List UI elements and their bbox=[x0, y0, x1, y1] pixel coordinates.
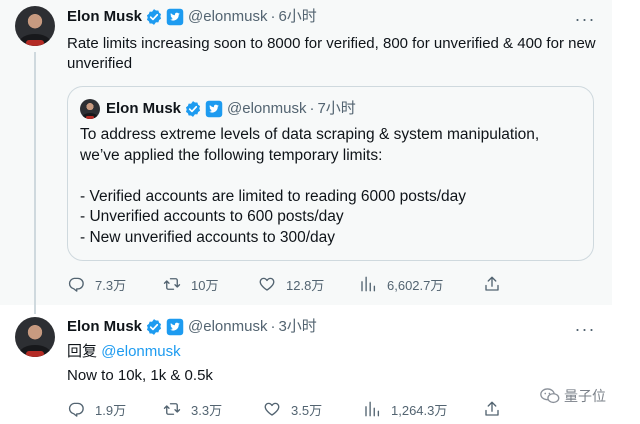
reply-count: 1.9万 bbox=[95, 402, 127, 418]
like-count: 12.8万 bbox=[286, 277, 325, 293]
separator-dot: · bbox=[270, 318, 276, 335]
share-icon bbox=[485, 401, 499, 416]
avatar-detail bbox=[26, 40, 44, 46]
right-gutter bbox=[612, 0, 640, 305]
reply-to-link[interactable]: @elonmusk bbox=[101, 343, 180, 360]
retweet-count: 3.3万 bbox=[191, 402, 223, 418]
reply-action[interactable]: 7.3万 bbox=[67, 275, 126, 294]
tweet-header: Elon Musk @elonmusk · 3小时 bbox=[67, 317, 317, 337]
tweet-time[interactable]: 6小时 bbox=[278, 7, 316, 27]
quote-author-name: Elon Musk bbox=[106, 100, 182, 117]
wechat-icon bbox=[540, 388, 560, 404]
quote-header: Elon Musk @elonmusk · 7小时 bbox=[106, 99, 356, 119]
quoted-tweet[interactable]: Elon Musk @elonmusk · 7小时 To address ext… bbox=[67, 86, 594, 261]
twitter-blue-square-icon bbox=[205, 100, 223, 118]
twitter-blue-square-icon[interactable] bbox=[166, 318, 184, 336]
views-chart-icon bbox=[365, 401, 380, 417]
avatar[interactable] bbox=[15, 317, 55, 357]
reply-action[interactable]: 1.9万 bbox=[67, 400, 126, 419]
views-chart-icon bbox=[361, 276, 376, 292]
quote-time: 7小时 bbox=[317, 100, 356, 117]
views-count: 1,264.3万 bbox=[391, 402, 448, 418]
retweet-icon bbox=[163, 403, 181, 415]
watermark: 量子位 bbox=[540, 385, 630, 407]
retweet-icon bbox=[163, 278, 181, 290]
more-dots-icon[interactable]: ··· bbox=[573, 10, 597, 30]
author-handle[interactable]: @elonmusk bbox=[188, 7, 267, 27]
tweet-actions: 7.3万 10万 12.8万 6,602.7万 bbox=[67, 274, 507, 294]
heart-icon bbox=[259, 277, 275, 291]
retweet-action[interactable]: 10万 bbox=[163, 275, 218, 294]
reply-icon bbox=[68, 402, 84, 417]
author-name[interactable]: Elon Musk bbox=[67, 317, 142, 337]
verified-badge-icon bbox=[185, 101, 201, 117]
share-action[interactable] bbox=[483, 275, 511, 293]
tweet-actions: 1.9万 3.3万 3.5万 1,264.3万 bbox=[67, 399, 507, 419]
separator-dot: · bbox=[270, 8, 276, 25]
tweet-text: Now to 10k, 1k & 0.5k bbox=[67, 367, 213, 384]
avatar-detail bbox=[26, 351, 44, 357]
share-action[interactable] bbox=[483, 400, 511, 418]
quote-text: To address extreme levels of data scrapi… bbox=[80, 126, 540, 246]
separator-dot: · bbox=[309, 100, 315, 117]
thread-connector-line bbox=[34, 52, 36, 314]
watermark-text: 量子位 bbox=[564, 388, 606, 404]
like-count: 3.5万 bbox=[291, 402, 323, 418]
more-dots-icon[interactable]: ··· bbox=[573, 320, 597, 340]
author-handle[interactable]: @elonmusk bbox=[188, 317, 267, 337]
quote-avatar[interactable] bbox=[80, 99, 100, 119]
reply-prefix: 回复 bbox=[67, 343, 98, 360]
views-action[interactable]: 6,602.7万 bbox=[359, 275, 443, 294]
views-count: 6,602.7万 bbox=[387, 277, 444, 293]
reply-count: 7.3万 bbox=[95, 277, 127, 293]
tweet-header: Elon Musk @elonmusk · 6小时 bbox=[67, 7, 317, 27]
quote-author-handle: @elonmusk bbox=[227, 100, 307, 117]
avatar[interactable] bbox=[15, 6, 55, 46]
like-action[interactable]: 3.5万 bbox=[263, 400, 322, 419]
retweet-count: 10万 bbox=[191, 277, 219, 293]
views-action[interactable]: 1,264.3万 bbox=[363, 400, 447, 419]
share-icon bbox=[485, 276, 499, 291]
heart-icon bbox=[264, 402, 280, 416]
avatar-detail bbox=[86, 116, 94, 119]
twitter-blue-square-icon[interactable] bbox=[166, 8, 184, 26]
tweet-time[interactable]: 3小时 bbox=[278, 317, 316, 337]
author-name[interactable]: Elon Musk bbox=[67, 7, 142, 27]
retweet-action[interactable]: 3.3万 bbox=[163, 400, 222, 419]
reply-context: 回复 @elonmusk bbox=[67, 342, 181, 362]
verified-badge-icon[interactable] bbox=[145, 8, 163, 26]
like-action[interactable]: 12.8万 bbox=[258, 275, 324, 294]
reply-icon bbox=[68, 277, 84, 292]
tweet-text: Rate limits increasing soon to 8000 for … bbox=[67, 35, 596, 72]
verified-badge-icon[interactable] bbox=[145, 318, 163, 336]
